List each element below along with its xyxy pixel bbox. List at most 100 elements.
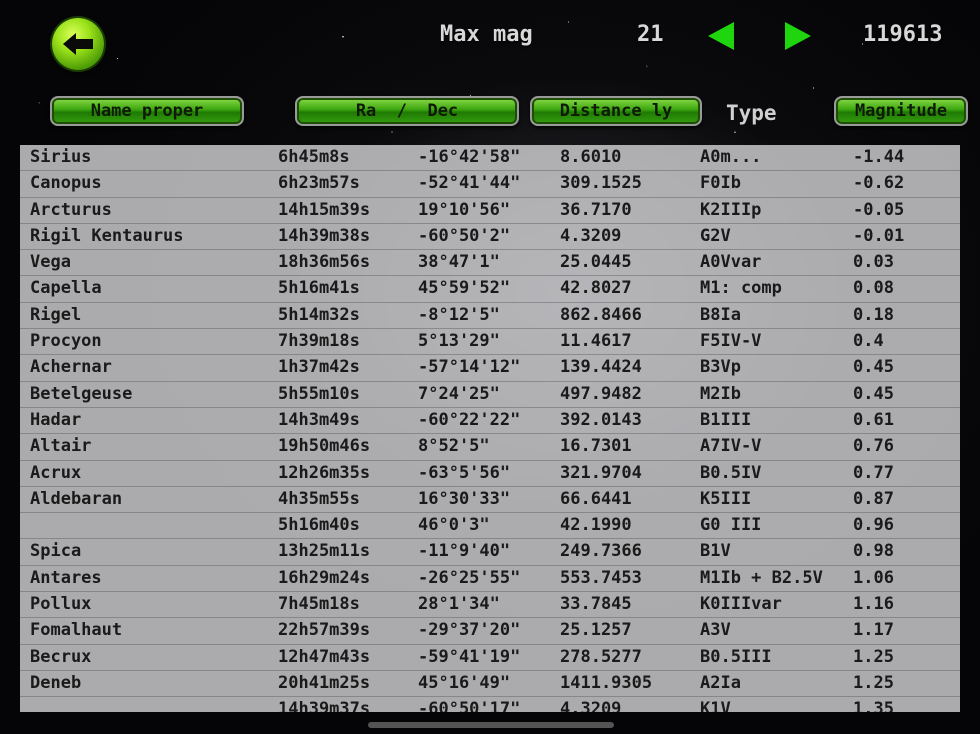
cell-name: Canopus xyxy=(30,173,102,194)
table-row[interactable]: Deneb 20h41m25s 45°16'49" 1411.9305 A2Ia 1.25 xyxy=(20,671,960,698)
cell-type: G0 III xyxy=(700,515,762,536)
cell-dec: 7°24'25" xyxy=(418,383,500,404)
table-row[interactable]: Arcturus 14h15m39s 19°10'56" 36.7170 K2IIIp -… xyxy=(20,198,960,224)
cell-type: B1V xyxy=(700,541,731,562)
cell-distance: 42.8027 xyxy=(560,278,632,299)
cell-dec: 38°47'1" xyxy=(418,252,500,273)
cell-magnitude: 0.87 xyxy=(853,488,894,509)
cell-name: Fomalhaut xyxy=(30,620,123,641)
cell-dec: -11°9'40" xyxy=(418,541,511,562)
sort-name-label: Name proper xyxy=(90,101,204,121)
triangle-left-icon xyxy=(708,22,734,50)
cell-dec: -60°22'22" xyxy=(418,409,521,430)
cell-distance: 25.1257 xyxy=(560,620,632,641)
cell-name: Sirius xyxy=(30,147,92,167)
cell-magnitude: 0.18 xyxy=(853,304,894,325)
cell-type: B3Vp xyxy=(700,357,741,378)
cell-type: B0.5III xyxy=(700,646,772,667)
cell-magnitude: 0.4 xyxy=(853,331,884,352)
table-row[interactable]: Hadar 14h3m49s -60°22'22" 392.0143 B1III 0.61 xyxy=(20,408,960,435)
table-row[interactable]: Rigil Kentaurus 14h39m38s -60°50'2" 4.3209 G… xyxy=(20,224,960,251)
sort-distance-button[interactable]: Distance ly xyxy=(530,96,702,126)
table-row[interactable]: Altair 19h50m46s 8°52'5" 16.7301 A7IV-V 0.76 xyxy=(20,434,960,461)
sort-distance-label: Distance ly xyxy=(559,101,673,121)
table-row[interactable]: Aldebaran 4h35m55s 16°30'33" 66.6441 K5III 0.… xyxy=(20,487,960,514)
cell-magnitude: 1.25 xyxy=(853,646,894,667)
table-row[interactable]: Fomalhaut 22h57m39s -29°37'20" 25.1257 A3V 1.… xyxy=(20,618,960,645)
table-row[interactable]: Betelgeuse 5h55m10s 7°24'25" 497.9482 M2Ib 0.… xyxy=(20,382,960,408)
sort-magnitude-button[interactable]: Magnitude xyxy=(834,96,968,126)
cell-magnitude: -1.44 xyxy=(853,147,905,167)
table-row[interactable]: Spica 13h25m11s -11°9'40" 249.7366 B1V 0.98 xyxy=(20,539,960,566)
horizontal-scrollbar[interactable] xyxy=(368,722,614,728)
cell-distance: 36.7170 xyxy=(560,199,632,220)
star-count: 119613 xyxy=(863,22,943,47)
cell-name: Rigel xyxy=(30,304,82,325)
back-button[interactable] xyxy=(52,18,104,70)
cell-dec: -26°25'55" xyxy=(418,567,521,588)
cell-type: K5III xyxy=(700,488,752,509)
cell-ra: 4h35m55s xyxy=(278,488,360,509)
cell-ra: 20h41m25s xyxy=(278,672,371,693)
table-row[interactable]: Procyon 7h39m18s 5°13'29" 11.4617 F5IV-V 0.4 xyxy=(20,329,960,356)
cell-ra: 7h39m18s xyxy=(278,331,360,352)
cell-magnitude: 0.03 xyxy=(853,252,894,273)
table-row[interactable]: Antares 16h29m24s -26°25'55" 553.7453 M1Ib +… xyxy=(20,566,960,593)
cell-name: Pollux xyxy=(30,594,92,615)
cell-ra: 14h15m39s xyxy=(278,199,371,220)
cell-ra: 14h39m38s xyxy=(278,225,371,246)
cell-dec: 8°52'5" xyxy=(418,436,490,457)
table-row[interactable]: Vega 18h36m56s 38°47'1" 25.0445 A0Vvar 0.03 xyxy=(20,250,960,277)
table-row[interactable]: Sirius 6h45m8s -16°42'58" 8.6010 A0m... -1.44 xyxy=(20,145,960,172)
prev-button[interactable] xyxy=(706,20,736,56)
triangle-right-icon xyxy=(785,22,811,50)
cell-magnitude: -0.05 xyxy=(853,199,905,220)
cell-name: Hadar xyxy=(30,409,82,430)
cell-ra: 18h36m56s xyxy=(278,252,371,273)
cell-distance: 497.9482 xyxy=(560,383,642,404)
table-row[interactable]: Becrux 12h47m43s -59°41'19" 278.5277 B0.5III… xyxy=(20,645,960,671)
table-row[interactable]: Canopus 6h23m57s -52°41'44" 309.1525 F0Ib -0.… xyxy=(20,171,960,198)
table-row[interactable]: Capella 5h16m41s 45°59'52" 42.8027 M1: comp 0… xyxy=(20,276,960,303)
cell-distance: 862.8466 xyxy=(560,304,642,325)
cell-magnitude: 0.61 xyxy=(853,409,894,430)
cell-ra: 14h3m49s xyxy=(278,409,360,430)
cell-dec: -16°42'58" xyxy=(418,147,521,167)
cell-distance: 66.6441 xyxy=(560,488,632,509)
max-mag-label: Max mag xyxy=(440,22,533,47)
cell-distance: 11.4617 xyxy=(560,331,632,352)
cell-ra: 5h16m41s xyxy=(278,278,360,299)
cell-type: A7IV-V xyxy=(700,436,762,457)
cell-type: G2V xyxy=(700,225,731,246)
sort-magnitude-label: Magnitude xyxy=(854,101,948,121)
cell-name: Procyon xyxy=(30,331,102,352)
cell-name: Acrux xyxy=(30,462,82,483)
table-row[interactable]: Rigel 5h14m32s -8°12'5" 862.8466 B8Ia 0.18 xyxy=(20,303,960,330)
cell-distance: 278.5277 xyxy=(560,646,642,667)
cell-distance: 4.3209 xyxy=(560,699,622,712)
cell-ra: 12h47m43s xyxy=(278,646,371,667)
cell-distance: 25.0445 xyxy=(560,252,632,273)
cell-magnitude: 0.76 xyxy=(853,436,894,457)
cell-distance: 42.1990 xyxy=(560,515,632,536)
cell-dec: -60°50'17" xyxy=(418,699,521,712)
cell-type: A0Vvar xyxy=(700,252,762,273)
cell-name: Spica xyxy=(30,541,82,562)
table-row[interactable]: Acrux 12h26m35s -63°5'56" 321.9704 B0.5IV 0.7… xyxy=(20,461,960,487)
next-button[interactable] xyxy=(783,20,813,56)
table-row[interactable]: Pollux 7h45m18s 28°1'34" 33.7845 K0IIIvar 1.1… xyxy=(20,592,960,619)
sort-name-button[interactable]: Name proper xyxy=(50,96,244,126)
table-row[interactable]: 14h39m37s -60°50'17" 4.3209 K1V 1.35 xyxy=(20,697,960,712)
cell-name: Achernar xyxy=(30,357,112,378)
cell-ra: 5h14m32s xyxy=(278,304,360,325)
cell-magnitude: 1.25 xyxy=(853,672,894,693)
sort-radec-button[interactable]: Ra / Dec xyxy=(295,96,519,126)
cell-name: Betelgeuse xyxy=(30,383,133,404)
cell-ra: 7h45m18s xyxy=(278,594,360,615)
table-row[interactable]: Achernar 1h37m42s -57°14'12" 139.4424 B3Vp 0.… xyxy=(20,355,960,382)
cell-distance: 553.7453 xyxy=(560,567,642,588)
star-table[interactable]: Sirius 6h45m8s -16°42'58" 8.6010 A0m... -1.44… xyxy=(20,145,960,712)
cell-distance: 249.7366 xyxy=(560,541,642,562)
table-row[interactable]: 5h16m40s 46°0'3" 42.1990 G0 III 0.96 xyxy=(20,513,960,540)
cell-dec: -63°5'56" xyxy=(418,462,511,483)
